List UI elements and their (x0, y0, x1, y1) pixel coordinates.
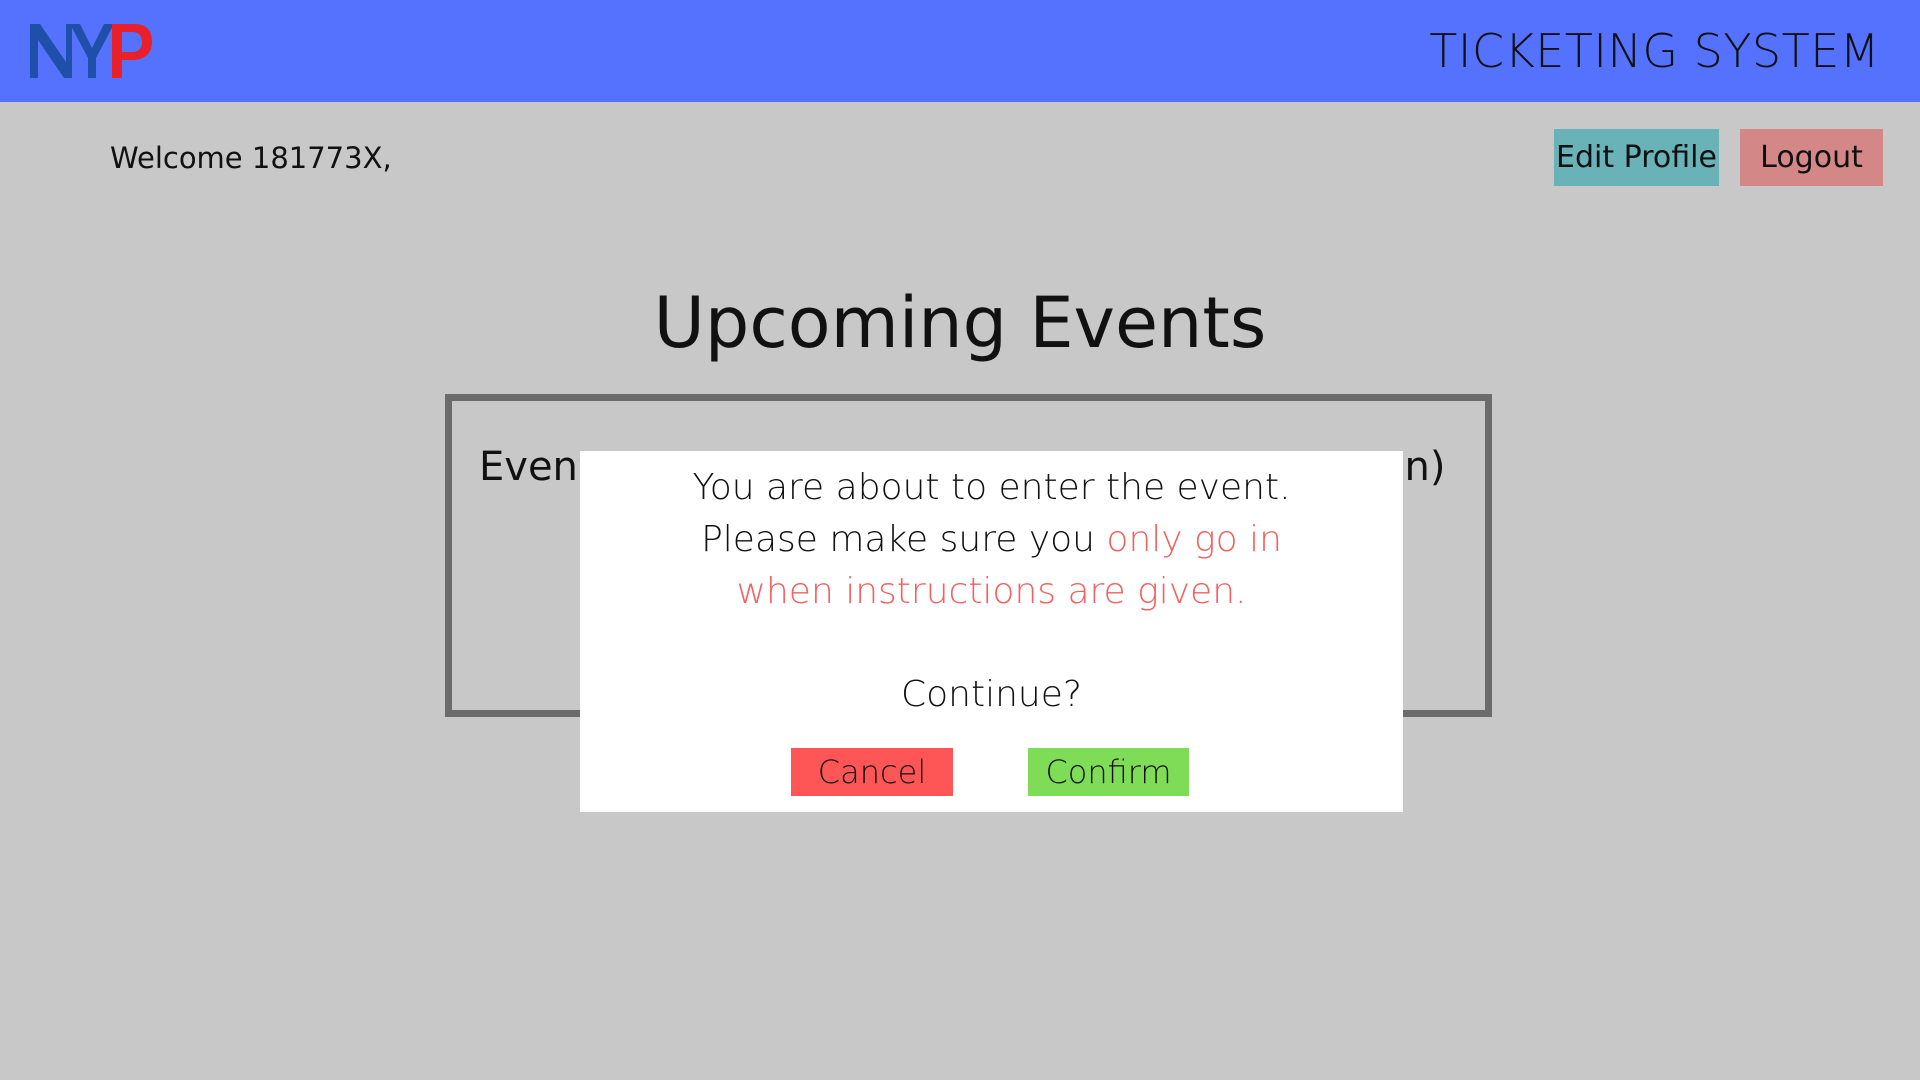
welcome-message: Welcome 181773X, (110, 141, 392, 175)
nyp-logo (30, 24, 152, 78)
dialog-warning-highlight-2: when instructions are given. (736, 571, 1247, 612)
confirm-button[interactable]: Confirm (1028, 748, 1189, 796)
logout-button[interactable]: Logout (1740, 129, 1883, 186)
edit-profile-button[interactable]: Edit Profile (1554, 129, 1719, 186)
dialog-message-line2: Please make sure you only go in (580, 519, 1403, 560)
dialog-question: Continue? (901, 674, 1082, 715)
dialog-warning-highlight-1: only go in (1106, 519, 1282, 560)
cancel-button[interactable]: Cancel (791, 748, 953, 796)
confirm-dialog: You are about to enter the event. Please… (580, 451, 1403, 812)
event-card-text-left: Event (479, 444, 579, 490)
dialog-message-line2-prefix: Please make sure you (701, 519, 1107, 560)
app-title: TICKETING SYSTEM (1429, 24, 1880, 78)
page-title: Upcoming Events (653, 282, 1267, 364)
dialog-message-line1: You are about to enter the event. (692, 467, 1291, 508)
top-header-bar: TICKETING SYSTEM (0, 0, 1920, 102)
